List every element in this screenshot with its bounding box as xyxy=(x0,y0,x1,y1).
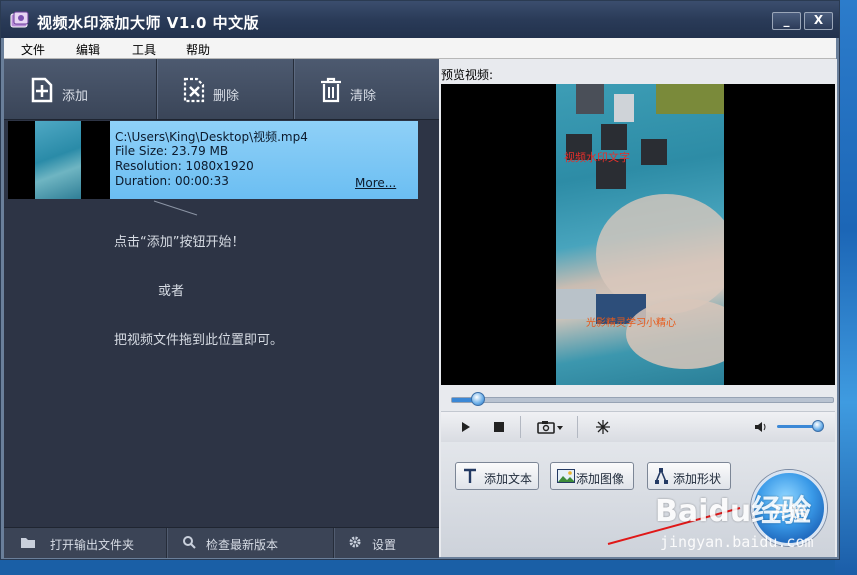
open-output-folder-button[interactable]: 打开输出文件夹 xyxy=(50,536,134,553)
stop-icon[interactable] xyxy=(494,422,504,432)
text-t-icon xyxy=(464,468,476,483)
baidu-watermark: Baidu经验 xyxy=(655,494,812,529)
add-text-button[interactable]: 添加文本 xyxy=(455,462,539,490)
bottom-divider xyxy=(166,528,168,558)
drag-indicator xyxy=(153,200,198,216)
close-button[interactable]: X xyxy=(804,12,833,30)
shape-icon xyxy=(655,468,668,484)
seek-bar[interactable] xyxy=(441,385,835,410)
hint-drag-files: 把视频文件拖到此位置即可。 xyxy=(114,333,284,348)
volume-handle[interactable] xyxy=(812,420,825,432)
file-size: File Size: 23.79 MB xyxy=(115,144,229,158)
video-watermark-text-2: 光影精灵学习小精心 xyxy=(586,318,676,329)
minimize-button[interactable]: _ xyxy=(772,12,801,30)
gear-icon xyxy=(349,536,361,548)
clear-list-label: 清除 xyxy=(350,89,377,104)
file-duration: Duration: 00:00:33 xyxy=(115,174,229,188)
check-update-button[interactable]: 检查最新版本 xyxy=(206,536,278,553)
seek-handle[interactable] xyxy=(470,392,485,406)
app-window: 视频水印添加大师 V1.0 中文版 _ X 文件 编辑 工具 帮助 添加 删除 … xyxy=(0,0,840,560)
menu-bar: 文件 编辑 工具 帮助 xyxy=(4,38,836,59)
menu-file[interactable]: 文件 xyxy=(21,41,45,58)
add-shape-label: 添加形状 xyxy=(673,472,722,486)
add-file-label: 添加 xyxy=(62,89,89,104)
file-list-panel: 添加 删除 清除 C:\Users\King\Desktop\视频.mp4 Fi… xyxy=(4,59,439,558)
search-icon xyxy=(183,536,196,549)
delete-file-button[interactable]: 删除 xyxy=(158,59,293,119)
hint-click-add: 点击“添加”按钮开始！ xyxy=(114,235,245,250)
file-list-item[interactable]: C:\Users\King\Desktop\视频.mp4 File Size: … xyxy=(8,121,418,199)
hint-or: 或者 xyxy=(158,284,185,299)
preview-panel: 预览视频: 视频水印文字 光影精灵学习小精心 添加文本 添加图像 添加形状 开始 xyxy=(439,59,837,557)
menu-edit[interactable]: 编辑 xyxy=(76,41,100,58)
effects-sparkle-icon[interactable] xyxy=(596,420,610,434)
file-info: C:\Users\King\Desktop\视频.mp4 File Size: … xyxy=(110,121,418,199)
add-image-button[interactable]: 添加图像 xyxy=(550,462,634,490)
menu-help[interactable]: 帮助 xyxy=(186,41,210,58)
bottom-divider xyxy=(333,528,335,558)
delete-file-label: 删除 xyxy=(213,89,240,104)
menu-tools[interactable]: 工具 xyxy=(132,41,156,58)
settings-button[interactable]: 设置 xyxy=(372,536,396,553)
video-frame: 视频水印文字 光影精灵学习小精心 xyxy=(556,84,724,385)
seek-track[interactable] xyxy=(451,397,834,403)
file-resolution: Resolution: 1080x1920 xyxy=(115,159,254,173)
window-title: 视频水印添加大师 V1.0 中文版 xyxy=(37,14,260,32)
volume-icon[interactable] xyxy=(754,421,768,433)
clear-list-button[interactable]: 清除 xyxy=(295,59,439,119)
play-icon[interactable] xyxy=(461,422,471,432)
delete-file-icon xyxy=(183,77,205,103)
bottom-bar: 打开输出文件夹 检查最新版本 设置 xyxy=(4,527,439,558)
trash-icon xyxy=(321,77,341,103)
title-bar[interactable]: 视频水印添加大师 V1.0 中文版 _ X xyxy=(1,1,839,38)
add-file-icon xyxy=(31,77,53,103)
video-watermark-text: 视频水印文字 xyxy=(564,151,630,164)
controls-divider xyxy=(577,416,578,438)
file-toolbar: 添加 删除 清除 xyxy=(4,59,439,120)
snapshot-camera-icon[interactable] xyxy=(537,420,565,434)
video-thumbnail xyxy=(35,121,81,199)
folder-icon xyxy=(21,538,35,548)
preview-label: 预览视频: xyxy=(441,68,494,82)
baidu-watermark-url: jingyan.baidu.com xyxy=(660,533,814,551)
video-preview: 视频水印文字 光影精灵学习小精心 xyxy=(441,84,835,385)
app-logo-icon xyxy=(10,11,29,28)
add-file-button[interactable]: 添加 xyxy=(4,59,156,119)
file-path: C:\Users\King\Desktop\视频.mp4 xyxy=(115,130,308,144)
add-text-label: 添加文本 xyxy=(484,472,533,486)
add-image-label: 添加图像 xyxy=(576,472,625,486)
player-controls xyxy=(441,411,835,443)
more-info-link[interactable]: More... xyxy=(355,176,396,190)
video-content-image xyxy=(556,84,724,369)
controls-divider xyxy=(520,416,521,438)
image-icon xyxy=(557,469,575,483)
